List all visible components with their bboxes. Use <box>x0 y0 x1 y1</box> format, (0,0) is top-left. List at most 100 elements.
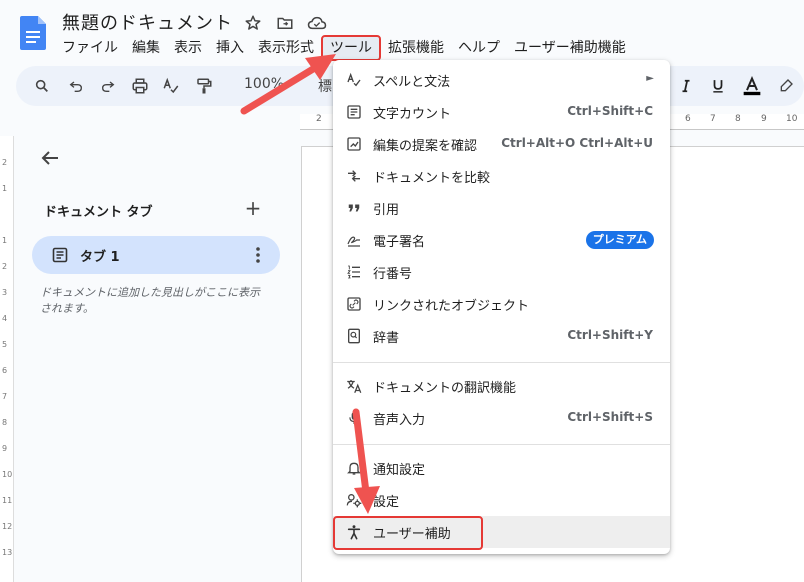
search-menus-icon[interactable] <box>32 76 52 96</box>
signature-icon <box>345 231 363 249</box>
ruler-number: 2 <box>2 262 8 271</box>
menu-accessibility[interactable]: ユーザー補助機能 <box>507 38 633 58</box>
menu-item-shortcut: Ctrl+Shift+S <box>567 410 653 424</box>
spellcheck-icon <box>345 71 363 89</box>
paint-format-icon[interactable] <box>194 76 214 96</box>
back-arrow-icon[interactable] <box>38 146 62 170</box>
add-tab-button[interactable]: + <box>244 198 262 218</box>
cloud-saved-icon[interactable] <box>306 12 328 34</box>
ruler-number: 4 <box>2 314 8 323</box>
menu-view[interactable]: 表示 <box>167 38 209 58</box>
menu-extensions[interactable]: 拡張機能 <box>381 38 451 58</box>
tab-1[interactable]: タブ 1 <box>32 236 280 274</box>
google-docs-logo-icon[interactable] <box>20 16 46 50</box>
menu-item-compare-documents[interactable]: ドキュメントを比較 <box>333 160 670 192</box>
menu-item-label: 通知設定 <box>373 463 426 478</box>
quote-icon <box>345 199 363 217</box>
star-icon[interactable] <box>242 12 264 34</box>
menu-item-review-suggestions[interactable]: 編集の提案を確認 Ctrl+Alt+O Ctrl+Alt+U <box>333 128 670 160</box>
ruler-number: 6 <box>685 114 691 124</box>
translate-icon <box>345 377 363 395</box>
menu-item-label: リンクされたオブジェクト <box>373 299 530 314</box>
menu-insert[interactable]: 挿入 <box>209 38 251 58</box>
document-tabs-heading: ドキュメント タブ <box>44 205 153 220</box>
ruler-number: 8 <box>735 114 741 124</box>
print-icon[interactable] <box>130 76 150 96</box>
menu-divider <box>333 362 670 363</box>
italic-icon[interactable] <box>676 76 696 96</box>
menu-item-label: 文字カウント <box>373 107 452 122</box>
ruler-number: 11 <box>2 496 13 505</box>
more-vert-icon[interactable] <box>254 245 262 265</box>
menu-item-citations[interactable]: 引用 <box>333 192 670 224</box>
menu-item-esignature[interactable]: 電子署名 プレミアム <box>333 224 670 256</box>
menu-file[interactable]: ファイル <box>62 38 125 58</box>
bell-icon <box>345 459 363 477</box>
ruler-number: 2 <box>316 114 322 124</box>
menu-item-label: 引用 <box>373 203 400 218</box>
compare-icon <box>345 167 363 185</box>
ruler-number: 10 <box>786 114 798 124</box>
ruler-number: 8 <box>2 418 8 427</box>
premium-badge: プレミアム <box>585 231 654 249</box>
settings-icon <box>345 491 363 509</box>
menu-item-dictionary[interactable]: 辞書 Ctrl+Shift+Y <box>333 320 670 352</box>
menu-item-label: スペルと文法 <box>373 75 451 90</box>
document-title[interactable]: 無題のドキュメント <box>62 9 233 35</box>
menu-item-label: 電子署名 <box>373 235 426 250</box>
move-folder-icon[interactable] <box>274 12 296 34</box>
zoom-select[interactable]: 100% <box>244 76 284 92</box>
menu-tools[interactable]: ツール <box>321 35 381 61</box>
menu-item-shortcut: Ctrl+Alt+O Ctrl+Alt+U <box>501 136 653 150</box>
menu-edit[interactable]: 編集 <box>125 38 167 58</box>
spellcheck-toolbar-icon[interactable] <box>161 76 181 96</box>
ruler-number: 6 <box>2 366 8 375</box>
menu-item-label: ユーザー補助 <box>373 527 451 542</box>
menu-item-accessibility[interactable]: ユーザー補助 <box>333 516 670 550</box>
document-tab-icon <box>52 247 68 263</box>
ruler-number: 10 <box>2 470 13 479</box>
menu-item-label: ドキュメントを比較 <box>373 171 491 186</box>
dictionary-icon <box>345 327 363 345</box>
menu-item-shortcut: Ctrl+Shift+C <box>567 104 653 118</box>
tools-menu: スペルと文法 ► 文字カウント Ctrl+Shift+C 編集の提案を確認 Ct… <box>333 60 670 554</box>
ruler-number: 1 <box>2 236 8 245</box>
menu-format[interactable]: 表示形式 <box>251 38 321 58</box>
menu-divider <box>333 444 670 445</box>
menu-item-translate-document[interactable]: ドキュメントの翻訳機能 <box>333 370 670 402</box>
text-color-icon[interactable] <box>742 76 762 96</box>
linked-objects-icon <box>345 295 363 313</box>
tab-label: タブ 1 <box>80 250 120 265</box>
menu-item-voice-typing[interactable]: 音声入力 Ctrl+Shift+S <box>333 402 670 434</box>
menu-item-line-numbers[interactable]: 行番号 <box>333 256 670 288</box>
menu-item-label: 音声入力 <box>373 413 426 428</box>
highlight-color-icon[interactable] <box>776 76 796 96</box>
review-suggestions-icon <box>345 135 363 153</box>
menu-item-notification-settings[interactable]: 通知設定 <box>333 452 670 484</box>
menu-item-label: 辞書 <box>373 331 400 346</box>
ruler-number: 7 <box>710 114 716 124</box>
sidebar-hint: ドキュメントに追加した見出しがここに表示されます。 <box>40 286 260 315</box>
font-select[interactable]: 標 <box>318 76 332 96</box>
microphone-icon <box>345 409 363 427</box>
ruler-number: 9 <box>761 114 767 124</box>
ruler-number: 13 <box>2 548 13 557</box>
menu-item-label: 行番号 <box>373 267 413 282</box>
submenu-arrow-icon: ► <box>646 73 654 84</box>
menu-item-word-count[interactable]: 文字カウント Ctrl+Shift+C <box>333 96 670 128</box>
menu-item-spelling-grammar[interactable]: スペルと文法 ► <box>333 64 670 96</box>
ruler-number: 9 <box>2 444 8 453</box>
redo-icon[interactable] <box>98 76 118 96</box>
ruler-number: 7 <box>2 392 8 401</box>
accessibility-icon <box>345 523 363 541</box>
vertical-ruler[interactable]: 2 1 1 2 3 4 5 6 7 8 9 10 11 12 13 <box>0 136 14 582</box>
ruler-number: 2 <box>2 158 8 167</box>
ruler-number: 5 <box>2 340 8 349</box>
menu-item-preferences[interactable]: 設定 <box>333 484 670 516</box>
menu-help[interactable]: ヘルプ <box>451 38 507 58</box>
ruler-number: 12 <box>2 522 13 531</box>
undo-icon[interactable] <box>66 76 86 96</box>
menu-item-linked-objects[interactable]: リンクされたオブジェクト <box>333 288 670 320</box>
menu-item-shortcut: Ctrl+Shift+Y <box>567 328 653 342</box>
underline-icon[interactable] <box>708 76 728 96</box>
